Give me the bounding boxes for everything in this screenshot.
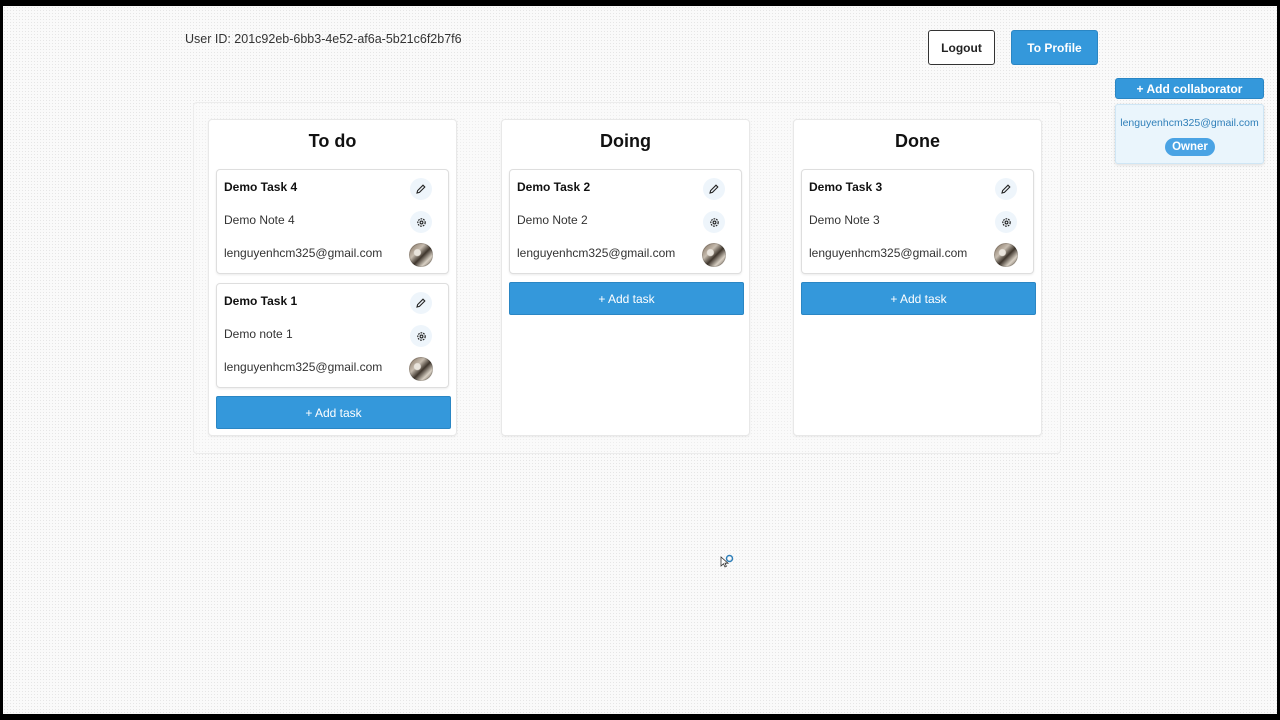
task-note: Demo note 1: [224, 327, 293, 341]
user-id-label: User ID: 201c92eb-6bb3-4e52-af6a-5b21c6f…: [185, 32, 462, 46]
avatar: [409, 243, 433, 267]
add-task-button[interactable]: + Add task: [509, 282, 744, 315]
avatar: [702, 243, 726, 267]
app-viewport: User ID: 201c92eb-6bb3-4e52-af6a-5b21c6f…: [3, 6, 1277, 714]
column-todo: To do Demo Task 4 Demo Note 4 lenguyenhc…: [208, 119, 457, 436]
logout-button[interactable]: Logout: [928, 30, 995, 65]
column-title: Done: [895, 131, 940, 151]
task-assignee: lenguyenhcm325@gmail.com: [809, 246, 968, 260]
settings-icon[interactable]: [410, 325, 432, 347]
task-assignee: lenguyenhcm325@gmail.com: [224, 360, 383, 374]
task-note: Demo Note 2: [517, 213, 588, 227]
loading-cursor-icon: [720, 554, 734, 568]
owner-badge: Owner: [1165, 138, 1215, 156]
to-profile-button[interactable]: To Profile: [1011, 30, 1098, 65]
settings-icon[interactable]: [995, 211, 1017, 233]
avatar: [409, 357, 433, 381]
edit-icon[interactable]: [995, 178, 1017, 200]
task-assignee: lenguyenhcm325@gmail.com: [517, 246, 676, 260]
edit-icon[interactable]: [703, 178, 725, 200]
column-done: Done Demo Task 3 Demo Note 3 lenguyenhcm…: [793, 119, 1042, 436]
add-collaborator-button[interactable]: + Add collaborator: [1115, 78, 1264, 99]
task-card[interactable]: Demo Task 3 Demo Note 3 lenguyenhcm325@g…: [801, 169, 1034, 274]
task-title: Demo Task 1: [224, 294, 298, 308]
task-card[interactable]: Demo Task 2 Demo Note 2 lenguyenhcm325@g…: [509, 169, 742, 274]
avatar: [994, 243, 1018, 267]
column-title: Doing: [600, 131, 651, 151]
task-title: Demo Task 4: [224, 180, 298, 194]
task-card[interactable]: Demo Task 1 Demo note 1 lenguyenhcm325@g…: [216, 283, 449, 388]
task-note: Demo Note 3: [809, 213, 880, 227]
collaborator-email: lenguyenhcm325@gmail.com: [1120, 117, 1259, 129]
column-title: To do: [308, 131, 357, 151]
task-title: Demo Task 2: [517, 180, 591, 194]
column-doing: Doing Demo Task 2 Demo Note 2 lenguyenhc…: [501, 119, 750, 436]
task-note: Demo Note 4: [224, 213, 295, 227]
task-title: Demo Task 3: [809, 180, 883, 194]
edit-icon[interactable]: [410, 178, 432, 200]
task-assignee: lenguyenhcm325@gmail.com: [224, 246, 383, 260]
add-task-button[interactable]: + Add task: [216, 396, 451, 429]
edit-icon[interactable]: [410, 292, 432, 314]
task-card[interactable]: Demo Task 4 Demo Note 4 lenguyenhcm325@g…: [216, 169, 449, 274]
add-task-button[interactable]: + Add task: [801, 282, 1036, 315]
collaborator-list: lenguyenhcm325@gmail.com Owner: [1115, 104, 1264, 164]
settings-icon[interactable]: [410, 211, 432, 233]
settings-icon[interactable]: [703, 211, 725, 233]
